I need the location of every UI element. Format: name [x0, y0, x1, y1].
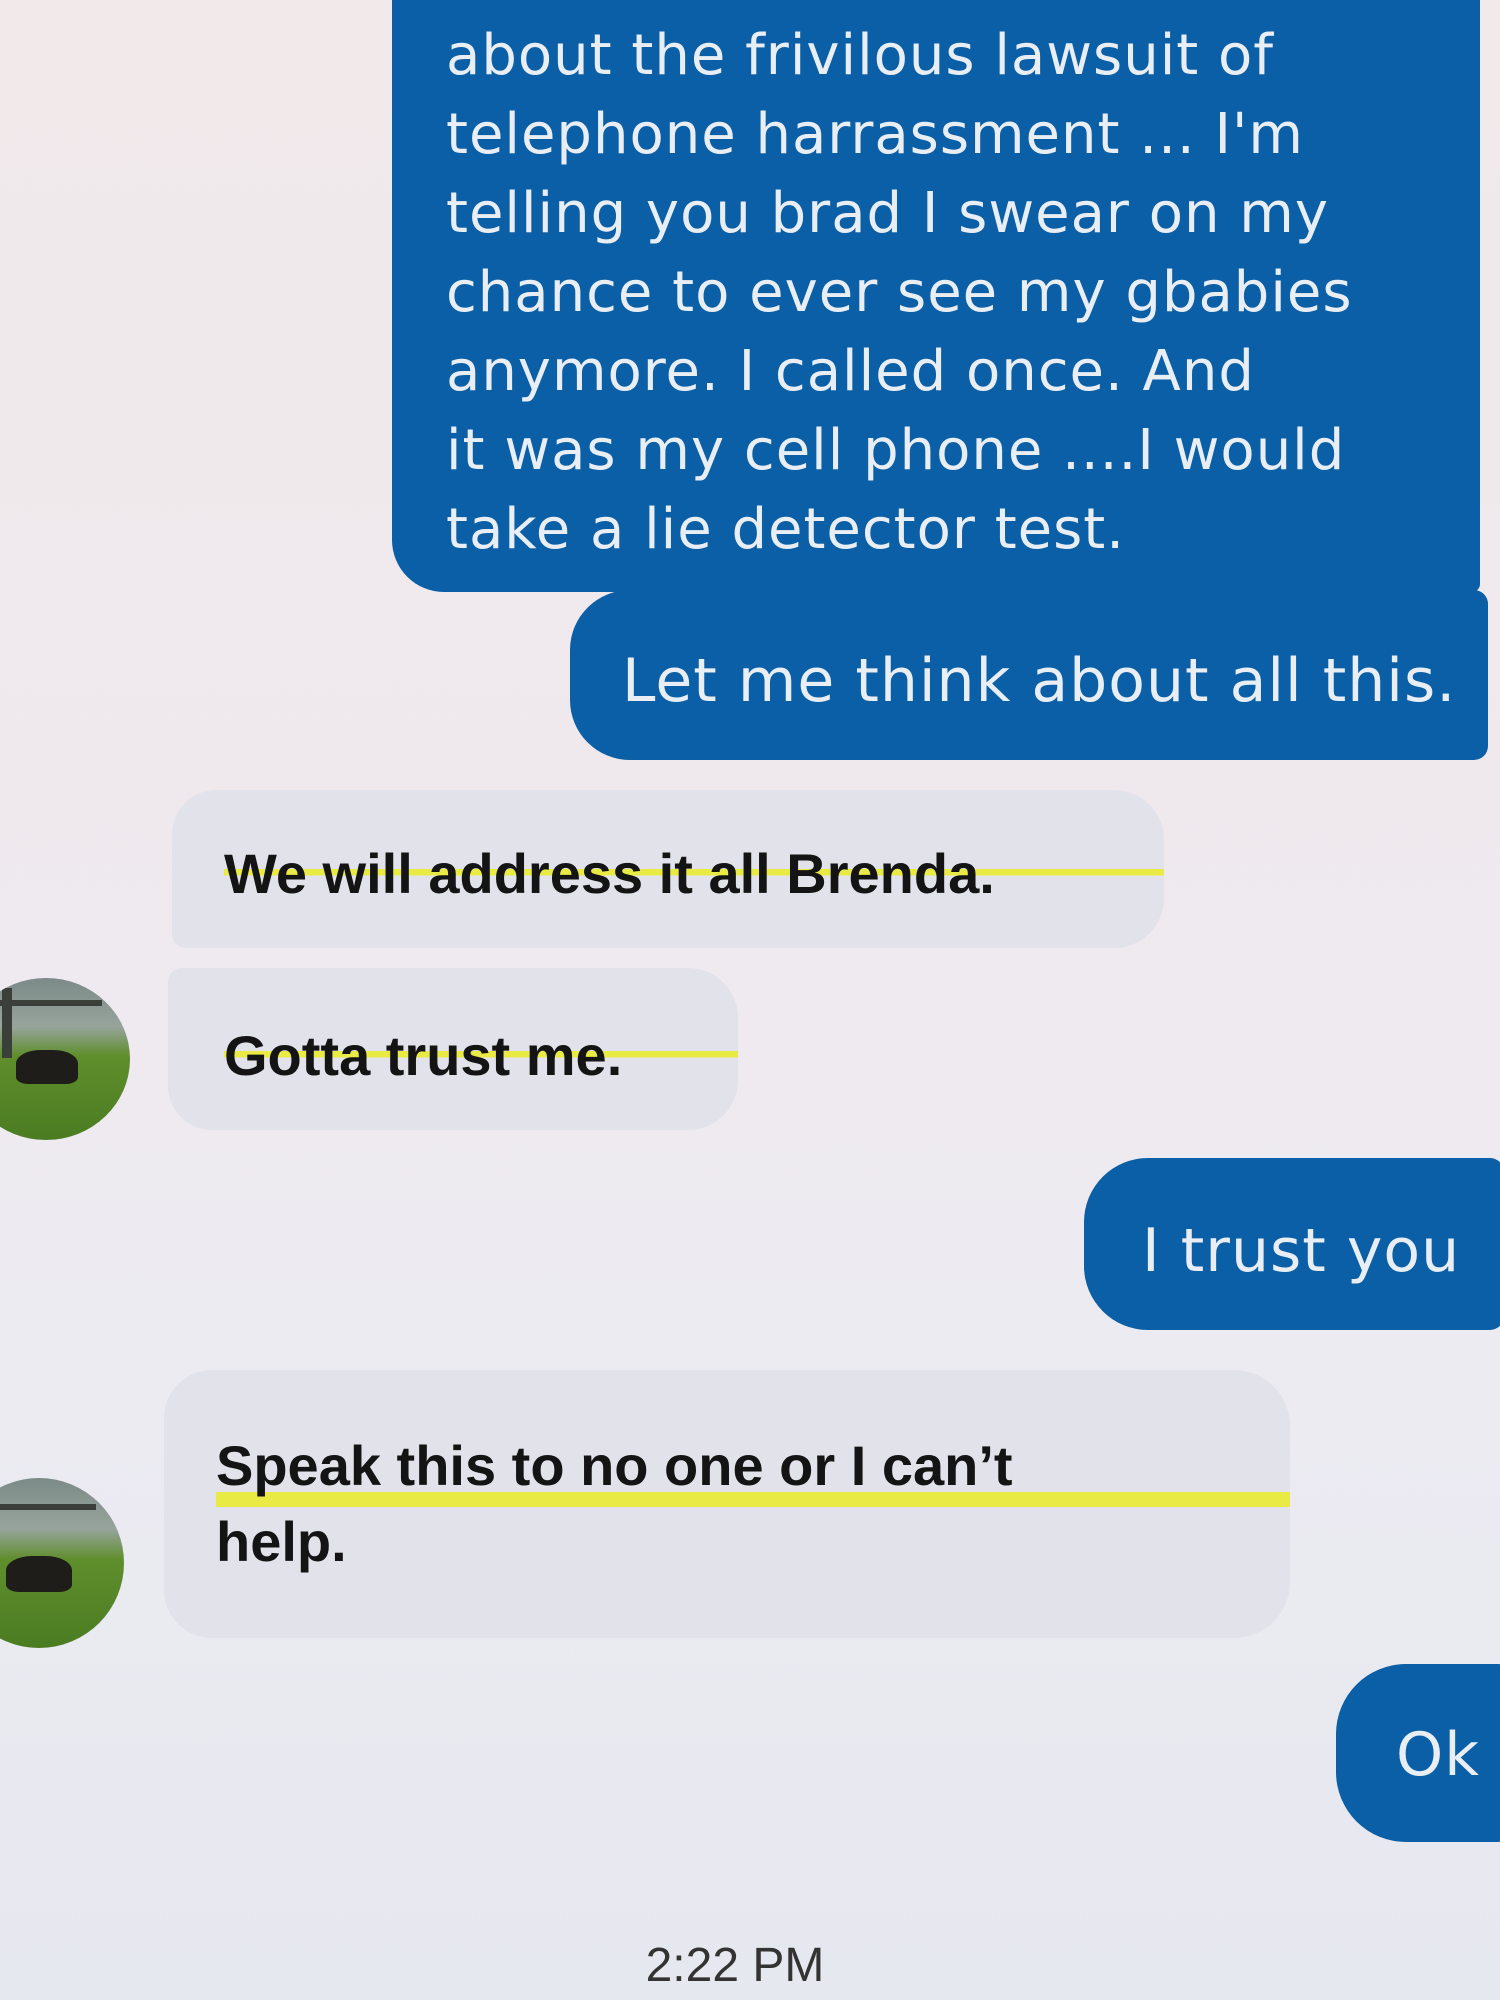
message-text: about the frivilous lawsuit of telephone… — [446, 23, 1353, 562]
message-timestamp: 2:22 PM — [645, 1939, 825, 1992]
received-message-speak[interactable]: Speak this to no one or I can’t help. — [164, 1370, 1290, 1638]
sent-message-ok[interactable]: Ok — [1336, 1664, 1500, 1842]
avatar-figure — [16, 1050, 78, 1084]
message-text: Ok — [1396, 1720, 1480, 1790]
message-text: Speak this to no one or I can’t help. — [216, 1428, 1290, 1580]
avatar-scene — [0, 1504, 96, 1510]
sent-message-i-trust-you[interactable]: I trust you — [1084, 1158, 1500, 1330]
message-text: Let me think about all this. — [622, 646, 1457, 716]
contact-avatar[interactable] — [0, 978, 130, 1140]
message-text: Gotta trust me. — [224, 1024, 738, 1088]
avatar-figure — [6, 1556, 72, 1592]
avatar-scene — [2, 988, 12, 1058]
contact-avatar[interactable] — [0, 1478, 124, 1648]
message-text: We will address it all Brenda. — [224, 842, 1164, 906]
avatar-scene — [0, 1000, 102, 1006]
received-message-trust[interactable]: Gotta trust me. — [168, 968, 738, 1130]
sent-message-think[interactable]: Let me think about all this. — [570, 590, 1488, 760]
message-text: I trust you — [1142, 1216, 1461, 1286]
received-message-address[interactable]: We will address it all Brenda. — [172, 790, 1164, 948]
sent-message-lawsuit[interactable]: about the frivilous lawsuit of telephone… — [392, 0, 1480, 592]
